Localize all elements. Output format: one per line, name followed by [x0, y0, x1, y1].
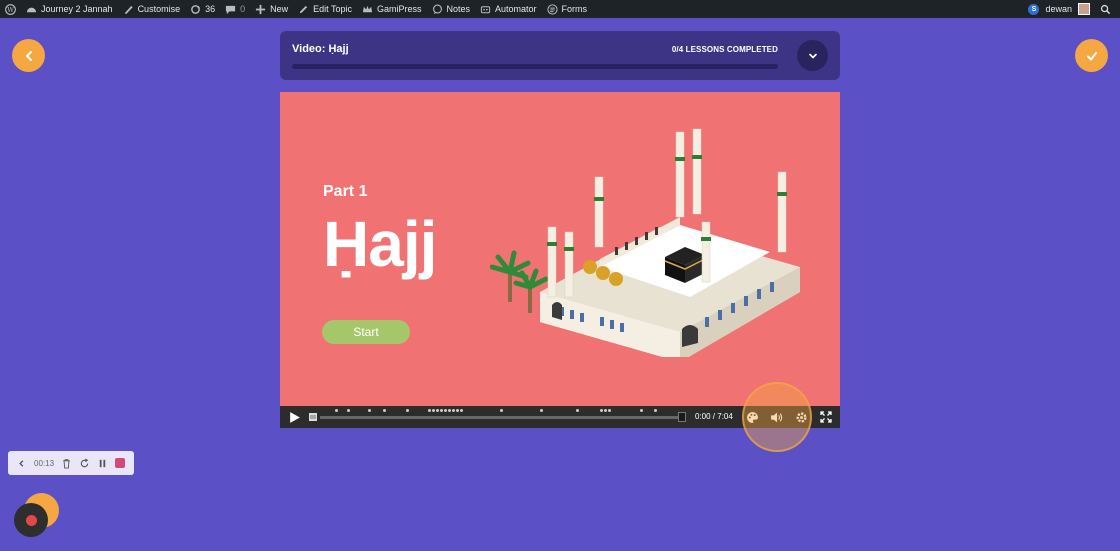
restart-icon[interactable]: [79, 457, 90, 469]
svg-text:W: W: [7, 5, 14, 13]
chapter-marker: [383, 409, 386, 412]
record-dot-icon: [25, 514, 37, 526]
chapter-marker: [500, 409, 503, 412]
chapter-marker: [640, 409, 643, 412]
gamipress-label: GamiPress: [376, 4, 422, 14]
admin-bar: W Journey 2 Jannah Customise 36 0 New Ed…: [0, 0, 1120, 18]
site-name-label: Journey 2 Jannah: [41, 4, 113, 14]
chapter-marker: [436, 409, 439, 412]
chapter-marker: [452, 409, 455, 412]
record-button[interactable]: [14, 503, 48, 537]
edit-topic-label: Edit Topic: [313, 4, 352, 14]
lesson-progress-bar: [292, 64, 778, 69]
chapter-marker: [440, 409, 443, 412]
pause-icon[interactable]: [97, 458, 108, 469]
dashboard-icon: [26, 7, 37, 12]
wordpress-logo-button[interactable]: W: [0, 0, 21, 18]
chapters-icon[interactable]: [307, 411, 319, 423]
crown-icon: [362, 5, 373, 12]
chapter-marker: [432, 409, 435, 412]
chapter-marker: [406, 409, 409, 412]
chapter-marker: [444, 409, 447, 412]
lesson-title: Video: Ḥajj: [292, 43, 349, 55]
robot-icon: [480, 5, 491, 13]
chapter-marker: [608, 409, 611, 412]
edit-topic-link[interactable]: Edit Topic: [293, 0, 357, 18]
video-scrubber[interactable]: [320, 416, 682, 419]
brush-icon: [124, 5, 133, 14]
lessons-completed-text: 0/4 LESSONS COMPLETED: [671, 45, 778, 54]
automator-label: Automator: [495, 4, 537, 14]
chapter-marker: [460, 409, 463, 412]
video-time-display: 0:00 / 7:04: [695, 412, 733, 421]
chapter-marker: [347, 409, 350, 412]
plus-icon: [256, 4, 266, 14]
palm-tree-icon: [490, 250, 549, 313]
previous-lesson-button[interactable]: [12, 39, 45, 72]
customise-label: Customise: [137, 4, 181, 14]
pencil-icon: [299, 5, 308, 13]
expand-lessons-button[interactable]: [797, 40, 828, 71]
chevron-left-icon[interactable]: [16, 458, 27, 469]
gamipress-menu[interactable]: GamiPress: [357, 0, 427, 18]
click-highlight-indicator: [742, 382, 812, 452]
chapter-marker: [456, 409, 459, 412]
chevron-down-icon: [808, 53, 817, 58]
chapter-marker: [604, 409, 607, 412]
lesson-header: Video: Ḥajj 0/4 LESSONS COMPLETED: [280, 31, 840, 80]
wordpress-icon: W: [5, 3, 16, 15]
comments-count: 0: [240, 4, 246, 14]
trash-icon[interactable]: [61, 458, 72, 469]
user-name: dewan: [1045, 4, 1072, 14]
avatar: [1078, 3, 1090, 15]
admin-search-button[interactable]: [1095, 0, 1116, 18]
stop-recording-button[interactable]: [115, 458, 126, 468]
forms-label: Forms: [561, 4, 588, 14]
play-icon[interactable]: [288, 411, 301, 424]
chapter-marker: [540, 409, 543, 412]
chapter-marker: [428, 409, 431, 412]
video-player[interactable]: Part 1 Ḥajj Start 0:00 / 7:04: [280, 92, 840, 428]
comment-icon: [226, 5, 236, 14]
fullscreen-icon[interactable]: [820, 411, 832, 423]
kaaba-mosque-illustration: [490, 128, 800, 357]
notes-label: Notes: [446, 4, 471, 14]
chapter-marker: [448, 409, 451, 412]
search-icon: [1100, 4, 1111, 14]
s-badge-icon: S: [1028, 3, 1040, 15]
chapter-marker: [576, 409, 579, 412]
automator-menu[interactable]: Automator: [475, 0, 542, 18]
notes-menu[interactable]: Notes: [427, 0, 476, 18]
video-title: Ḥajj: [323, 208, 437, 280]
speech-bubble-icon: [432, 4, 442, 14]
chapter-marker: [335, 409, 338, 412]
scrubber-handle[interactable]: [678, 412, 686, 422]
customise-link[interactable]: Customise: [118, 0, 186, 18]
user-account-menu[interactable]: S dewan: [1023, 0, 1095, 18]
chapter-marker: [654, 409, 657, 412]
forms-icon: [546, 3, 558, 15]
new-label: New: [270, 4, 289, 14]
chevron-left-icon: [25, 50, 32, 61]
updates-link[interactable]: 36: [185, 0, 220, 18]
screen-recorder-toolbar: 00:13: [8, 451, 134, 475]
updates-icon: [191, 4, 201, 14]
site-name-menu[interactable]: Journey 2 Jannah: [21, 0, 118, 18]
chapter-marker: [368, 409, 371, 412]
start-button[interactable]: Start: [322, 320, 410, 344]
video-part-label: Part 1: [323, 183, 368, 200]
checkmark-icon: [1086, 51, 1097, 60]
chapter-marker: [600, 409, 603, 412]
updates-count: 36: [205, 4, 216, 14]
recording-timer: 00:13: [34, 458, 55, 468]
new-content-menu[interactable]: New: [250, 0, 293, 18]
forms-menu[interactable]: Forms: [542, 0, 593, 18]
comments-link[interactable]: 0: [220, 0, 250, 18]
mark-complete-button[interactable]: [1075, 39, 1108, 72]
